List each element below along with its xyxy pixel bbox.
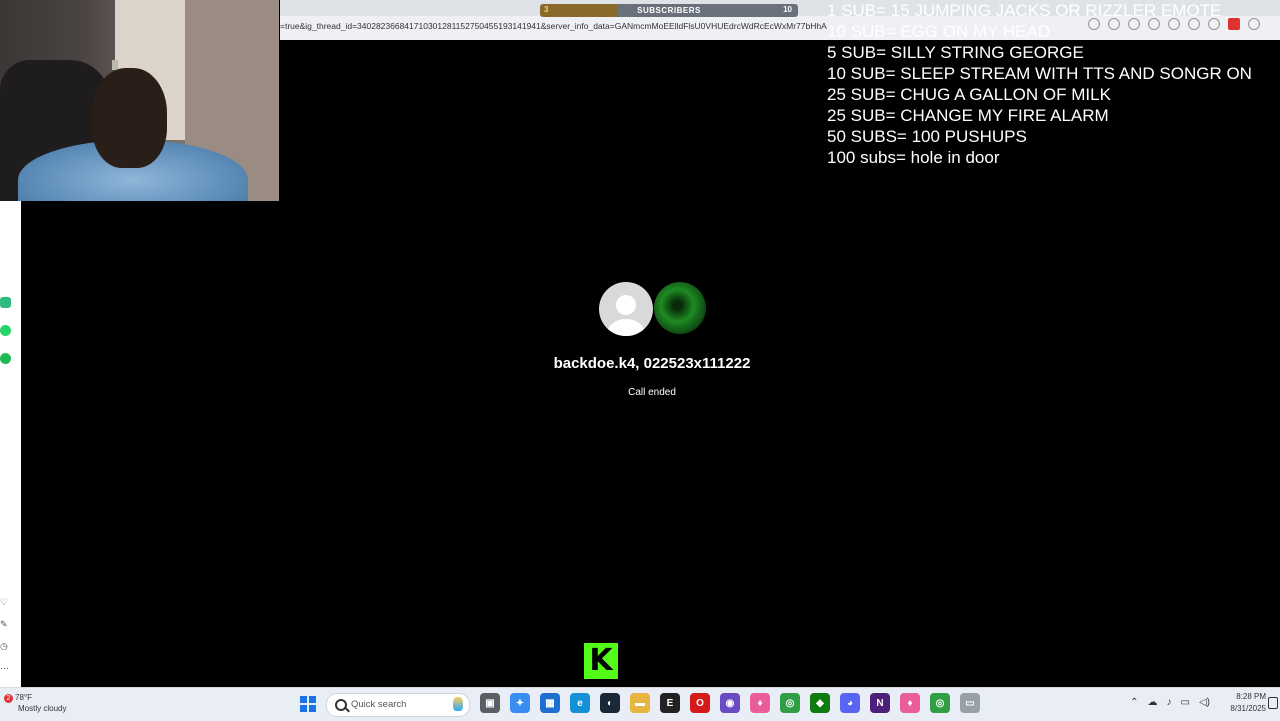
chrome-icon[interactable]: ◎	[780, 693, 800, 713]
person-head	[92, 68, 167, 168]
taskbar: 2 78°F Mostly cloudy Quick search ▣ ✦ ▦ e ◐ ▬ E…	[0, 687, 1280, 721]
edit-icon[interactable]: ✎	[0, 619, 8, 630]
spotify-icon[interactable]	[0, 353, 11, 364]
cloud-icon[interactable]: ☁	[1148, 697, 1158, 708]
notification-badge: 2	[4, 694, 13, 703]
epic-games-icon[interactable]: E	[660, 693, 680, 713]
mic-icon[interactable]: ♪	[1167, 697, 1172, 708]
goal-item: 25 SUB= CHUG A GALLON OF MILK	[827, 85, 1111, 104]
system-tray: ⌃ ☁ ♪ ▭ ◁)	[1130, 697, 1210, 708]
notification-center-icon[interactable]	[1268, 697, 1278, 709]
folder-icon[interactable]: ▬	[630, 693, 650, 713]
edge-icon[interactable]: e	[570, 693, 590, 713]
temperature: 78°F	[15, 693, 32, 702]
windows-start-icon[interactable]	[300, 696, 316, 712]
volume-icon[interactable]: ◁)	[1199, 697, 1210, 708]
history-icon[interactable]: ◷	[0, 641, 8, 652]
goal-item: 10 SUB= SLEEP STREAM WITH TTS AND SONGR …	[827, 64, 1252, 83]
goal-end-count: 10	[783, 5, 792, 14]
subscriber-goals: 1 SUB= 15 JUMPING JACKS OR RIZZLER EMOTE…	[827, 0, 1280, 168]
weather-condition: Mostly cloudy	[18, 704, 67, 713]
goal-item: 50 SUBS= 100 PUSHUPS	[827, 127, 1027, 146]
steam-icon[interactable]: ◐	[600, 693, 620, 713]
opera-icon[interactable]: O	[690, 693, 710, 713]
app-gray-icon[interactable]: ▭	[960, 693, 980, 713]
store-icon[interactable]: ▦	[540, 693, 560, 713]
kick-logo-icon: K	[584, 643, 618, 679]
date: 8/31/2025	[1230, 704, 1266, 713]
search-box[interactable]: Quick search	[326, 693, 470, 717]
webcam-overlay	[0, 0, 279, 201]
call-participants: backdoe.k4, 022523x111222	[553, 355, 751, 372]
xbox-app-icon[interactable]: ◆	[810, 693, 830, 713]
search-placeholder: Quick search	[351, 699, 407, 710]
app-purple-icon[interactable]: ◉	[720, 693, 740, 713]
address-bar[interactable]: =true&ig_thread_id=340282366841710301281…	[280, 18, 840, 34]
maps-pin-icon-2[interactable]: ♦	[900, 693, 920, 713]
goal-label: SUBSCRIBERS	[637, 6, 701, 15]
goal-item: 10 SUB= EGG ON MY HEAD	[827, 22, 1051, 41]
monitor-icon[interactable]: ▭	[1181, 697, 1190, 708]
goal-item: 5 SUB= SILLY STRING GEORGE	[827, 43, 1084, 62]
goal-item: 25 SUB= CHANGE MY FIRE ALARM	[827, 106, 1109, 125]
default-avatar[interactable]	[599, 282, 653, 336]
copilot-icon[interactable]: ✦	[510, 693, 530, 713]
weather-widget[interactable]: 2 78°F Mostly cloudy	[4, 692, 66, 714]
call-avatars	[599, 282, 709, 336]
subscriber-goal-bar: 3 SUBSCRIBERS 10	[540, 4, 798, 17]
search-highlight-icon	[453, 697, 463, 711]
more-icon[interactable]: ⋯	[0, 663, 9, 674]
next-app-icon[interactable]: N	[870, 693, 890, 713]
heart-icon[interactable]: ♡	[0, 597, 8, 608]
file-explorer-icon[interactable]: ▣	[480, 693, 500, 713]
goal-item: 1 SUB= 15 JUMPING JACKS OR RIZZLER EMOTE	[827, 1, 1222, 20]
app-green-icon[interactable]	[0, 297, 11, 308]
left-app-rail: ♡ ✎ ◷ ⋯	[0, 201, 21, 687]
search-icon	[335, 699, 347, 711]
clock[interactable]: 8:28 PM 8/31/2025	[1230, 691, 1266, 715]
chevron-up-icon[interactable]: ⌃	[1130, 697, 1138, 708]
pinned-apps: ▣ ✦ ▦ e ◐ ▬ E O ◉ ♦ ◎ ◆ ◕ N ♦ ◎ ▭	[480, 693, 980, 715]
time: 8:28 PM	[1236, 692, 1266, 701]
goal-item: 100 subs= hole in door	[827, 148, 1000, 167]
whatsapp-icon[interactable]	[0, 325, 11, 336]
profile-avatar[interactable]	[654, 282, 706, 334]
chrome-profile-icon[interactable]: ◎	[930, 693, 950, 713]
call-status: Call ended	[628, 387, 676, 398]
maps-pin-icon[interactable]: ♦	[750, 693, 770, 713]
discord-icon[interactable]: ◕	[840, 693, 860, 713]
